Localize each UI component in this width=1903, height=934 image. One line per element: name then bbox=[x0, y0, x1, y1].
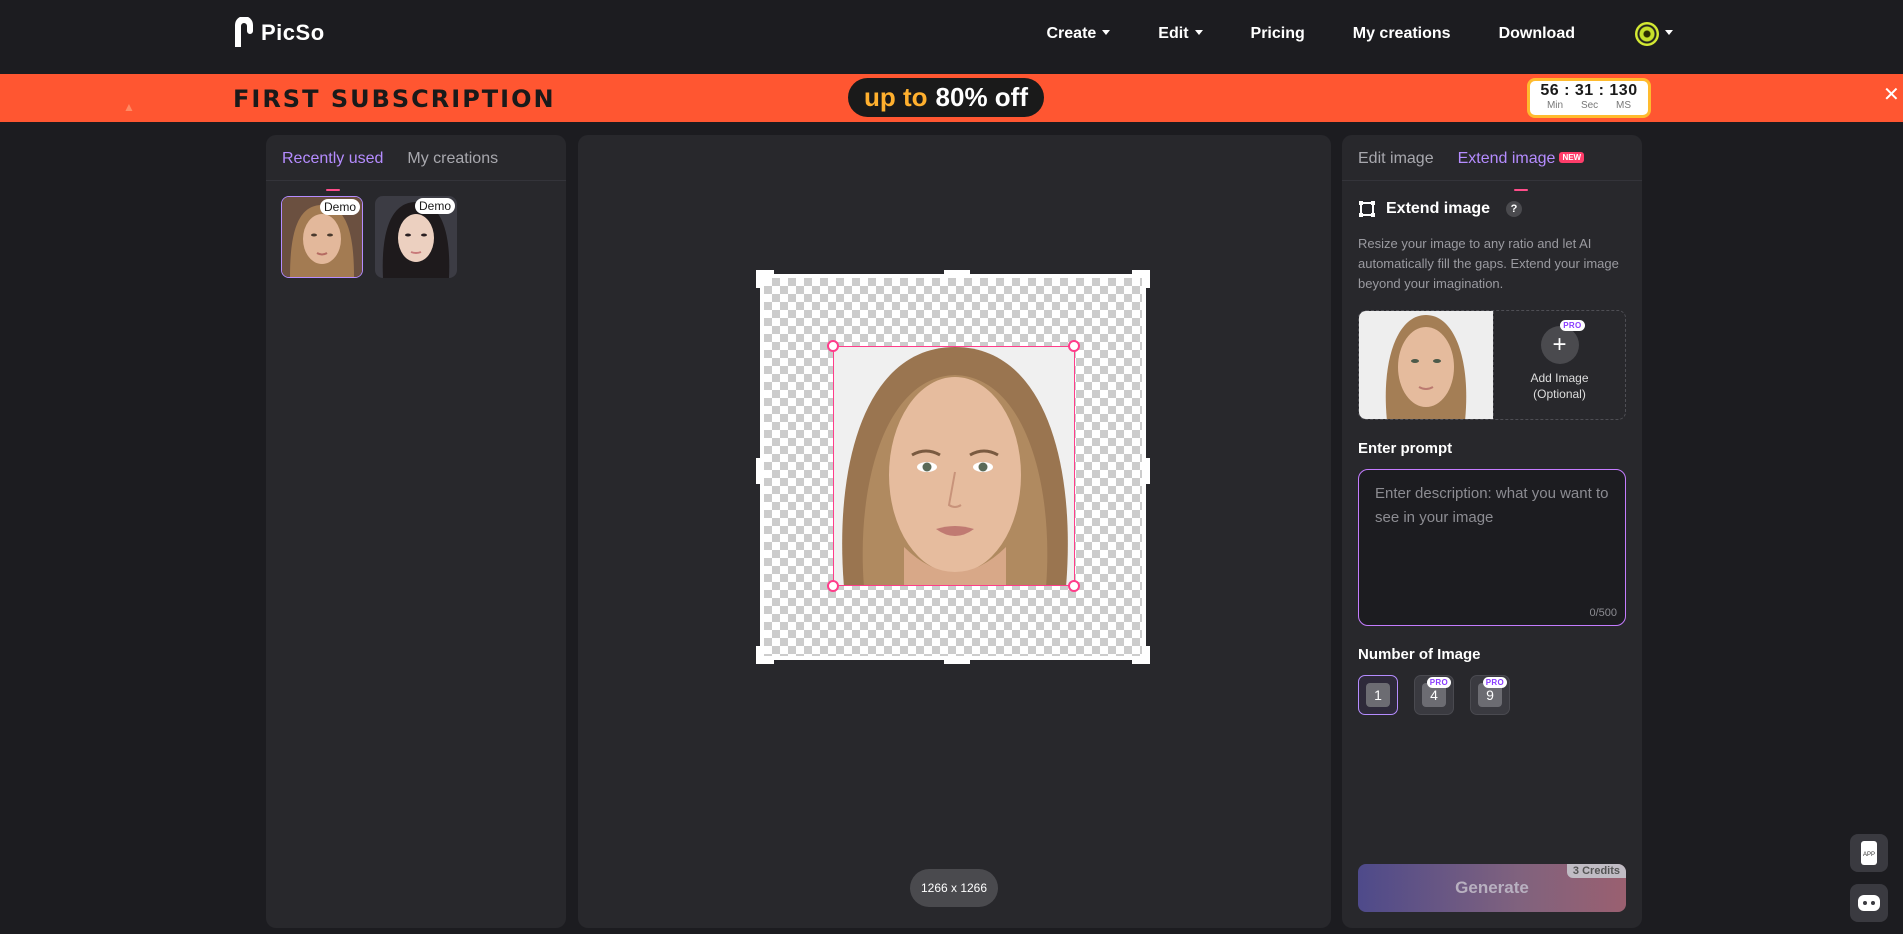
app-label: APP bbox=[1863, 852, 1875, 858]
photo-handle-top-left[interactable] bbox=[827, 340, 839, 352]
canvas-size-label: 1266 x 1266 bbox=[910, 869, 998, 907]
nav-edit[interactable]: Edit bbox=[1134, 25, 1226, 43]
app-download-button[interactable]: APP bbox=[1850, 834, 1888, 872]
photo-handle-top-right[interactable] bbox=[1068, 340, 1080, 352]
prompt-counter: 0/500 bbox=[1589, 607, 1617, 619]
picso-logo-icon bbox=[235, 17, 253, 47]
crop-icon bbox=[1359, 201, 1375, 217]
resize-handle-left[interactable] bbox=[756, 458, 760, 484]
timer-labels: Min Sec MS bbox=[1530, 100, 1648, 111]
timer-min: 56 bbox=[1540, 82, 1560, 99]
chat-support-button[interactable] bbox=[1850, 884, 1888, 922]
chevron-down-icon bbox=[1194, 29, 1203, 35]
nav-download[interactable]: Download bbox=[1475, 25, 1599, 43]
nav-pricing[interactable]: Pricing bbox=[1227, 25, 1329, 43]
nav-download-label: Download bbox=[1498, 25, 1575, 42]
num-option-1[interactable]: 1 bbox=[1358, 675, 1398, 715]
photo-handle-bottom-left[interactable] bbox=[827, 580, 839, 592]
timer-sec-label: Sec bbox=[1580, 100, 1599, 111]
timer-values: 56 : 31 : 130 bbox=[1540, 82, 1638, 99]
nav-edit-label: Edit bbox=[1158, 25, 1189, 42]
generate-label: Generate bbox=[1455, 878, 1529, 897]
timer-ms: 130 bbox=[1609, 82, 1638, 99]
num-option-1-label: 1 bbox=[1366, 683, 1390, 707]
nav-create-label: Create bbox=[1046, 25, 1097, 42]
brand-logo[interactable]: PicSo bbox=[233, 17, 325, 49]
demo-thumb-2[interactable]: Demo bbox=[375, 196, 457, 278]
generate-button[interactable]: Generate 3 Credits bbox=[1358, 864, 1626, 912]
top-header: PicSo Create Edit Pricing My creations D… bbox=[0, 0, 1903, 74]
add-image-slot[interactable]: + PRO Add Image (Optional) bbox=[1493, 311, 1625, 419]
nav-create[interactable]: Create bbox=[1022, 25, 1134, 43]
chat-bot-icon bbox=[1858, 895, 1880, 911]
resize-handle-bottom[interactable] bbox=[944, 660, 970, 664]
tab-extend-image-label: Extend image bbox=[1457, 150, 1556, 167]
face-image bbox=[1359, 311, 1493, 419]
right-tabs: Edit image Extend image NEW bbox=[1342, 135, 1642, 191]
resize-handle-top[interactable] bbox=[944, 270, 970, 274]
avatar bbox=[1635, 22, 1659, 46]
user-menu[interactable] bbox=[1599, 22, 1673, 46]
demo-thumb-1[interactable]: Demo bbox=[281, 196, 363, 278]
prompt-label: Enter prompt bbox=[1358, 440, 1453, 457]
resize-handle-top-right[interactable] bbox=[1132, 270, 1150, 288]
add-image-label-line2: (Optional) bbox=[1533, 387, 1586, 401]
nav-my-creations[interactable]: My creations bbox=[1329, 25, 1475, 43]
num-images-label: Number of Image bbox=[1358, 646, 1481, 663]
nav-pricing-label: Pricing bbox=[1250, 25, 1305, 42]
banner-title: FIRST SUBSCRIPTION bbox=[233, 85, 556, 113]
new-badge: NEW bbox=[1559, 152, 1585, 163]
pro-badge: PRO bbox=[1482, 677, 1507, 688]
add-image-label-line1: Add Image bbox=[1530, 371, 1589, 385]
credits-badge: 3 Credits bbox=[1566, 864, 1626, 878]
offer-prefix: up to bbox=[864, 82, 928, 112]
section-description: Resize your image to any ratio and let A… bbox=[1358, 236, 1619, 291]
portrait-image bbox=[834, 347, 1074, 585]
offer-pill[interactable]: up to 80% off bbox=[848, 78, 1044, 117]
timer-sec: 31 bbox=[1574, 82, 1594, 99]
source-photo[interactable] bbox=[833, 346, 1075, 586]
section-header: Extend image ? bbox=[1358, 200, 1523, 218]
plus-icon: + PRO bbox=[1540, 320, 1585, 364]
timer-ms-label: MS bbox=[1616, 100, 1632, 111]
tab-my-creations[interactable]: My creations bbox=[407, 150, 498, 180]
tab-extend-image[interactable]: Extend image NEW bbox=[1457, 150, 1585, 191]
brand-name: PicSo bbox=[261, 20, 325, 45]
countdown-timer: 56 : 31 : 130 Min Sec MS bbox=[1527, 78, 1651, 118]
resize-handle-top-left[interactable] bbox=[756, 270, 774, 288]
selected-image-slot[interactable] bbox=[1359, 311, 1493, 419]
demo-badge: Demo bbox=[319, 199, 360, 215]
pro-badge: PRO bbox=[1426, 677, 1451, 688]
resize-handle-bottom-right[interactable] bbox=[1132, 646, 1150, 664]
demo-badge: Demo bbox=[414, 198, 455, 214]
resize-handle-bottom-left[interactable] bbox=[756, 646, 774, 664]
section-title: Extend image bbox=[1386, 200, 1491, 217]
add-image-label: Add Image (Optional) bbox=[1530, 370, 1588, 402]
promo-banner[interactable]: ▲ FIRST SUBSCRIPTION up to 80% off 56 : … bbox=[0, 74, 1903, 122]
left-panel: Recently used My creations Demo Demo bbox=[266, 135, 566, 928]
timer-min-label: Min bbox=[1546, 100, 1564, 111]
thumb-list: Demo Demo bbox=[266, 181, 566, 293]
num-option-4[interactable]: 4 PRO bbox=[1414, 675, 1454, 715]
photo-handle-bottom-right[interactable] bbox=[1068, 580, 1080, 592]
help-icon[interactable]: ? bbox=[1506, 201, 1523, 217]
image-slots: + PRO Add Image (Optional) bbox=[1358, 310, 1626, 420]
prompt-input[interactable] bbox=[1375, 482, 1609, 592]
num-images-options: 1 4 PRO 9 PRO bbox=[1358, 675, 1510, 715]
resize-handle-right[interactable] bbox=[1146, 458, 1150, 484]
left-tabs: Recently used My creations bbox=[266, 135, 566, 191]
pro-badge: PRO bbox=[1560, 320, 1585, 331]
close-icon[interactable]: ✕ bbox=[1883, 82, 1903, 112]
offer-value: 80% off bbox=[935, 82, 1028, 112]
main-nav: Create Edit Pricing My creations Downloa… bbox=[1022, 0, 1673, 68]
prompt-box: 0/500 bbox=[1358, 469, 1626, 626]
sparkle-icon: ▲ bbox=[123, 100, 135, 114]
chevron-down-icon bbox=[1665, 29, 1673, 35]
chevron-down-icon bbox=[1102, 29, 1111, 35]
nav-my-creations-label: My creations bbox=[1352, 25, 1451, 42]
num-option-9[interactable]: 9 PRO bbox=[1470, 675, 1510, 715]
tab-edit-image[interactable]: Edit image bbox=[1358, 150, 1434, 180]
tab-recently-used[interactable]: Recently used bbox=[282, 150, 383, 191]
phone-icon: APP bbox=[1861, 841, 1877, 865]
